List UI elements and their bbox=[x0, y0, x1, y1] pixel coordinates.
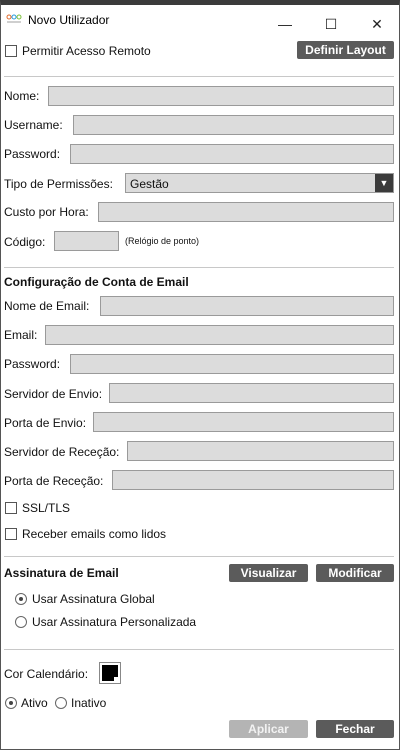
email-input[interactable] bbox=[45, 325, 394, 345]
email-password-label: Password: bbox=[4, 357, 61, 371]
recv-port-label: Porta de Receção: bbox=[4, 474, 104, 488]
window-frame bbox=[0, 0, 400, 750]
recv-server-input[interactable] bbox=[127, 441, 394, 461]
code-input[interactable] bbox=[54, 231, 119, 251]
close-button[interactable]: Fechar bbox=[316, 720, 394, 738]
maximize-icon[interactable]: ☐ bbox=[308, 10, 354, 38]
divider bbox=[4, 556, 394, 557]
permissions-select[interactable]: Gestão ▼ bbox=[125, 173, 394, 193]
view-signature-button[interactable]: Visualizar bbox=[229, 564, 308, 582]
define-layout-button[interactable]: Definir Layout bbox=[297, 41, 394, 59]
send-port-input[interactable] bbox=[93, 412, 394, 432]
read-emails-checkbox[interactable] bbox=[5, 528, 17, 540]
email-name-label: Nome de Email: bbox=[4, 299, 90, 313]
window-title: Novo Utilizador bbox=[28, 13, 110, 27]
password-label: Password: bbox=[4, 147, 61, 161]
code-note: (Relógio de ponto) bbox=[125, 236, 200, 246]
calendar-color-label: Cor Calendário: bbox=[4, 667, 89, 681]
cost-input[interactable] bbox=[98, 202, 394, 222]
recv-server-label: Servidor de Receção: bbox=[4, 445, 120, 459]
inactive-label: Inativo bbox=[71, 696, 107, 710]
chevron-down-icon[interactable]: ▼ bbox=[375, 174, 393, 192]
permissions-label: Tipo de Permissões: bbox=[4, 177, 113, 191]
calendar-color-picker[interactable] bbox=[99, 662, 121, 684]
custom-signature-radio[interactable] bbox=[15, 616, 27, 628]
name-input[interactable] bbox=[48, 86, 394, 106]
send-port-label: Porta de Envio: bbox=[4, 416, 87, 430]
ssl-checkbox[interactable] bbox=[5, 502, 17, 514]
name-label: Nome: bbox=[4, 89, 40, 103]
minimize-icon[interactable]: — bbox=[262, 10, 308, 38]
password-input[interactable] bbox=[70, 144, 394, 164]
dropdown-corner-icon bbox=[114, 677, 119, 682]
modify-signature-button[interactable]: Modificar bbox=[316, 564, 394, 582]
email-password-input[interactable] bbox=[70, 354, 394, 374]
remote-access-label: Permitir Acesso Remoto bbox=[22, 44, 151, 58]
app-logo-icon bbox=[6, 14, 22, 23]
global-signature-label: Usar Assinatura Global bbox=[32, 592, 155, 606]
cost-label: Custo por Hora: bbox=[4, 205, 89, 219]
read-emails-label: Receber emails como lidos bbox=[22, 527, 167, 541]
signature-section-title: Assinatura de Email bbox=[4, 566, 119, 580]
send-server-input[interactable] bbox=[109, 383, 394, 403]
code-label: Código: bbox=[4, 235, 46, 249]
email-section-title: Configuração de Conta de Email bbox=[4, 275, 189, 289]
custom-signature-label: Usar Assinatura Personalizada bbox=[32, 615, 197, 629]
email-name-input[interactable] bbox=[100, 296, 394, 316]
active-radio[interactable] bbox=[5, 697, 17, 709]
divider bbox=[4, 76, 394, 77]
global-signature-radio[interactable] bbox=[15, 593, 27, 605]
send-server-label: Servidor de Envio: bbox=[4, 387, 103, 401]
remote-access-checkbox[interactable] bbox=[5, 45, 17, 57]
close-icon[interactable]: ✕ bbox=[354, 10, 400, 38]
ssl-label: SSL/TLS bbox=[22, 501, 71, 515]
active-label: Ativo bbox=[21, 696, 48, 710]
inactive-radio[interactable] bbox=[55, 697, 67, 709]
divider bbox=[4, 267, 394, 268]
username-label: Username: bbox=[4, 118, 63, 132]
permissions-value: Gestão bbox=[130, 177, 169, 191]
recv-port-input[interactable] bbox=[112, 470, 394, 490]
title-bar: Novo Utilizador — ☐ ✕ bbox=[0, 5, 400, 33]
email-label: Email: bbox=[4, 328, 38, 342]
apply-button[interactable]: Aplicar bbox=[229, 720, 308, 738]
username-input[interactable] bbox=[73, 115, 394, 135]
divider bbox=[4, 649, 394, 650]
